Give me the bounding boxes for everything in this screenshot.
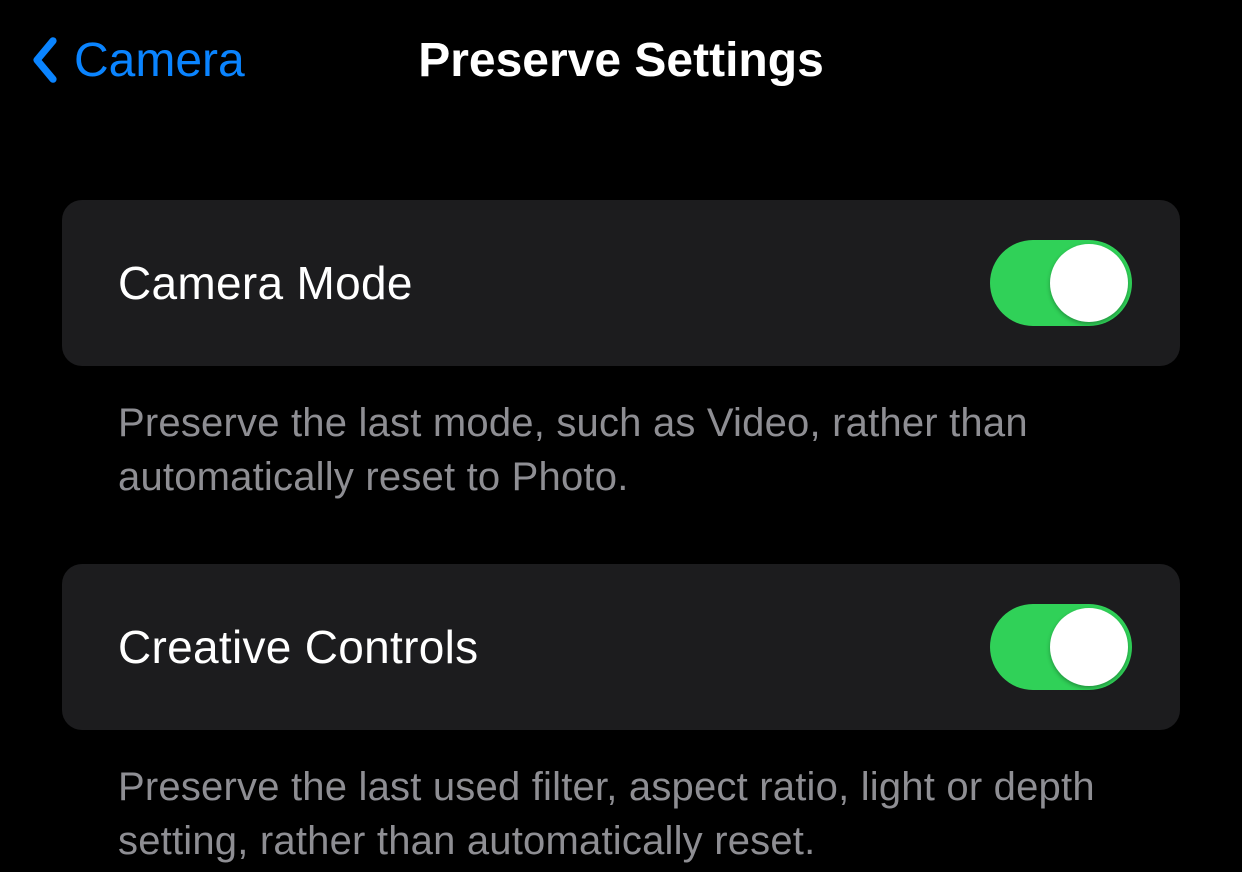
- toggle-knob: [1050, 608, 1128, 686]
- toggle-creative-controls[interactable]: [990, 604, 1132, 690]
- setting-description: Preserve the last mode, such as Video, r…: [62, 366, 1180, 504]
- chevron-left-icon: [30, 36, 60, 84]
- setting-row-creative-controls: Creative Controls: [62, 564, 1180, 730]
- setting-row-camera-mode: Camera Mode: [62, 200, 1180, 366]
- setting-group-camera-mode: Camera Mode Preserve the last mode, such…: [62, 200, 1180, 504]
- settings-list: Camera Mode Preserve the last mode, such…: [0, 100, 1242, 868]
- back-button[interactable]: Camera: [30, 33, 245, 88]
- back-label: Camera: [74, 33, 245, 88]
- setting-label: Camera Mode: [118, 256, 413, 310]
- toggle-camera-mode[interactable]: [990, 240, 1132, 326]
- setting-group-creative-controls: Creative Controls Preserve the last used…: [62, 564, 1180, 868]
- setting-description: Preserve the last used filter, aspect ra…: [62, 730, 1180, 868]
- toggle-knob: [1050, 244, 1128, 322]
- setting-label: Creative Controls: [118, 620, 478, 674]
- navigation-bar: Camera Preserve Settings: [0, 0, 1242, 100]
